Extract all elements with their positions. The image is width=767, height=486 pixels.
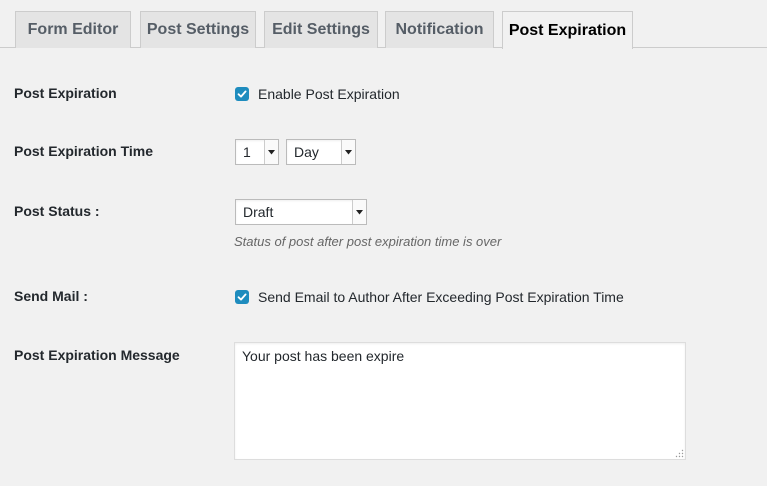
tab-post-settings[interactable]: Post Settings xyxy=(140,11,256,48)
dropdown-arrow-icon xyxy=(341,140,355,164)
send-mail-checkbox[interactable] xyxy=(235,290,249,304)
tab-post-expiration[interactable]: Post Expiration xyxy=(502,11,633,49)
dropdown-arrow-icon xyxy=(264,140,278,164)
post-expiration-message-textarea[interactable]: Your post has been expire xyxy=(234,342,686,460)
post-expiration-time-label: Post Expiration Time xyxy=(14,143,153,159)
expiration-amount-select[interactable]: 1 xyxy=(235,139,279,165)
send-mail-label: Send Mail : xyxy=(14,288,88,304)
tab-bar: Form Editor Post Settings Edit Settings … xyxy=(0,0,767,49)
post-expiration-message-value: Your post has been expire xyxy=(242,348,405,364)
send-mail-checkbox-label[interactable]: Send Email to Author After Exceeding Pos… xyxy=(258,289,624,305)
tab-form-editor[interactable]: Form Editor xyxy=(15,11,131,48)
resize-handle-icon[interactable] xyxy=(675,449,684,458)
expiration-unit-select[interactable]: Day xyxy=(286,139,356,165)
tab-edit-settings[interactable]: Edit Settings xyxy=(264,11,378,48)
dropdown-arrow-icon xyxy=(352,200,366,224)
expiration-unit-value: Day xyxy=(294,144,319,160)
post-status-description: Status of post after post expiration tim… xyxy=(234,234,502,249)
enable-post-expiration-checkbox[interactable] xyxy=(235,87,249,101)
post-status-value: Draft xyxy=(243,204,274,220)
enable-post-expiration-label[interactable]: Enable Post Expiration xyxy=(258,86,400,102)
post-expiration-label: Post Expiration xyxy=(14,85,117,101)
checkmark-icon xyxy=(237,90,247,98)
checkmark-icon xyxy=(237,293,247,301)
post-status-select[interactable]: Draft xyxy=(235,199,367,225)
expiration-amount-value: 1 xyxy=(243,144,251,160)
tab-notification[interactable]: Notification xyxy=(385,11,494,48)
post-expiration-message-label: Post Expiration Message xyxy=(14,347,180,363)
post-status-label: Post Status : xyxy=(14,203,100,219)
